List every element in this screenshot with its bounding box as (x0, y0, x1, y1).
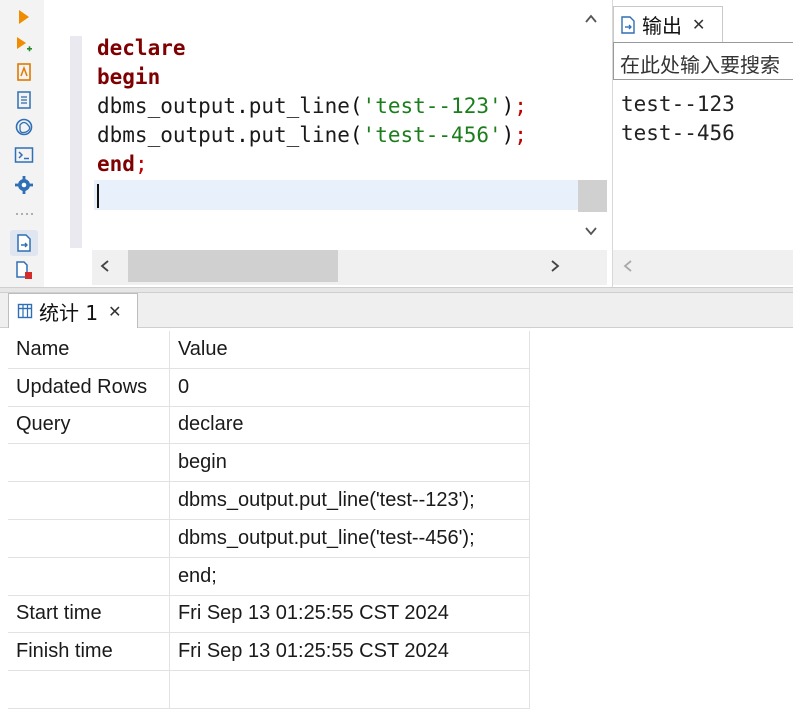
run-step-icon[interactable] (12, 33, 36, 57)
table-row[interactable]: dbms_output.put_line('test--456'); (8, 519, 531, 558)
stat-name-cell[interactable] (8, 519, 170, 558)
editor-vertical-scrollbar[interactable] (578, 0, 608, 250)
editor-horizontal-scroll-thumb[interactable] (128, 250, 338, 282)
scroll-down-icon[interactable] (584, 226, 598, 236)
left-toolbar (0, 0, 44, 287)
text-caret (97, 184, 99, 208)
table-row[interactable]: Start time Fri Sep 13 01:25:55 CST 2024 (8, 595, 531, 634)
stat-name-cell[interactable] (8, 443, 170, 483)
stop-file-icon[interactable] (12, 258, 36, 282)
ai-icon[interactable] (12, 115, 36, 139)
table-row[interactable]: end; (8, 557, 531, 596)
table-icon (17, 303, 33, 319)
code-token: dbms_output (97, 94, 237, 118)
stat-value-cell[interactable]: Value (169, 331, 531, 369)
table-row[interactable]: Updated Rows 0 (8, 368, 531, 407)
stat-value-cell[interactable]: declare (169, 406, 531, 445)
code-token: 'test--123' (362, 94, 502, 118)
stat-value-cell[interactable]: 0 (169, 368, 531, 407)
code-line[interactable]: end; (97, 150, 577, 179)
stat-value-cell[interactable]: dbms_output.put_line('test--123'); (169, 481, 531, 520)
scroll-right-icon[interactable] (550, 259, 560, 273)
close-icon[interactable]: ✕ (692, 15, 705, 34)
table-row[interactable]: Query declare (8, 406, 531, 445)
scroll-left-icon[interactable] (100, 259, 110, 273)
code-line[interactable]: dbms_output.put_line('test--456'); (97, 121, 577, 150)
table-row[interactable] (8, 670, 531, 709)
code-token: dbms_output (97, 123, 237, 147)
output-panel: 输出 ✕ 在此处输入要搜索 test--123 test--456 (612, 0, 793, 287)
stat-value-cell[interactable]: end; (169, 557, 531, 596)
stat-value-cell[interactable]: begin (169, 443, 531, 483)
code-line[interactable]: declare (97, 34, 577, 63)
stats-tab-bar: 统计 1 ✕ (0, 293, 793, 328)
scroll-up-icon[interactable] (584, 14, 598, 24)
settings-icon[interactable] (12, 173, 36, 197)
tab-stats-1[interactable]: 统计 1 ✕ (8, 293, 138, 328)
output-doc-icon (621, 15, 635, 34)
stat-name-cell[interactable] (8, 481, 170, 520)
tab-output[interactable]: 输出 ✕ (613, 6, 723, 42)
code-token: ; (514, 94, 527, 118)
output-horizontal-scrollbar[interactable] (613, 250, 793, 285)
code-token: end (97, 152, 135, 176)
stat-value-cell[interactable]: Fri Sep 13 01:25:55 CST 2024 (169, 595, 531, 634)
stat-name-cell[interactable] (8, 557, 170, 596)
code-token: ( (349, 94, 363, 118)
output-line: test--456 (621, 121, 735, 145)
stats-table: Name Value Updated Rows 0 Query declare begin d… (8, 331, 531, 709)
editor-horizontal-scrollbar[interactable] (92, 250, 607, 285)
current-line-highlight (94, 180, 578, 210)
code-token: ; (134, 152, 148, 176)
table-row[interactable]: dbms_output.put_line('test--123'); (8, 481, 531, 520)
code-token: . (236, 123, 249, 147)
stat-name-cell[interactable]: Name (8, 331, 170, 369)
code-token: ) (501, 94, 515, 118)
output-lines: test--123 test--456 (621, 90, 735, 148)
table-row[interactable]: begin (8, 443, 531, 483)
stat-name-cell[interactable]: Query (8, 406, 170, 445)
code-token: declare (97, 36, 186, 60)
table-row[interactable]: Finish time Fri Sep 13 01:25:55 CST 2024 (8, 632, 531, 672)
explain-icon[interactable] (12, 60, 36, 84)
run-icon[interactable] (12, 5, 36, 29)
stat-name-cell[interactable]: Finish time (8, 632, 170, 672)
code-line[interactable]: begin (97, 63, 577, 92)
stat-value-cell[interactable]: dbms_output.put_line('test--456'); (169, 519, 531, 558)
output-search-input[interactable]: 在此处输入要搜索 (613, 42, 793, 80)
code-token: ; (514, 123, 527, 147)
code-token: put_line (248, 94, 350, 118)
stat-name-cell[interactable]: Updated Rows (8, 368, 170, 407)
editor-code[interactable]: declare begin dbms_output.put_line('test--… (97, 34, 577, 179)
code-token: 'test--456' (362, 123, 502, 147)
code-token: put_line (248, 123, 350, 147)
terminal-icon[interactable] (12, 143, 36, 167)
more-icon[interactable] (12, 202, 36, 226)
scroll-left-icon[interactable] (623, 259, 633, 273)
script-icon[interactable] (12, 88, 36, 112)
close-icon[interactable]: ✕ (108, 302, 121, 321)
code-token: ) (501, 123, 515, 147)
output-line: test--123 (621, 92, 735, 116)
stats-tab-label: 统计 1 (39, 300, 99, 325)
editor-vertical-scroll-thumb[interactable] (578, 180, 607, 212)
stat-name-cell[interactable]: Start time (8, 595, 170, 634)
output-tab-label: 输出 (642, 14, 682, 38)
code-token: . (236, 94, 249, 118)
table-row[interactable]: Name Value (8, 331, 531, 369)
code-line[interactable]: dbms_output.put_line('test--123'); (97, 92, 577, 121)
code-token: ( (349, 123, 363, 147)
stat-value-cell[interactable] (169, 670, 531, 709)
stat-value-cell[interactable]: Fri Sep 13 01:25:55 CST 2024 (169, 632, 531, 672)
stat-name-cell[interactable] (8, 670, 170, 709)
code-token: begin (97, 65, 161, 89)
new-file-icon[interactable] (10, 230, 38, 256)
